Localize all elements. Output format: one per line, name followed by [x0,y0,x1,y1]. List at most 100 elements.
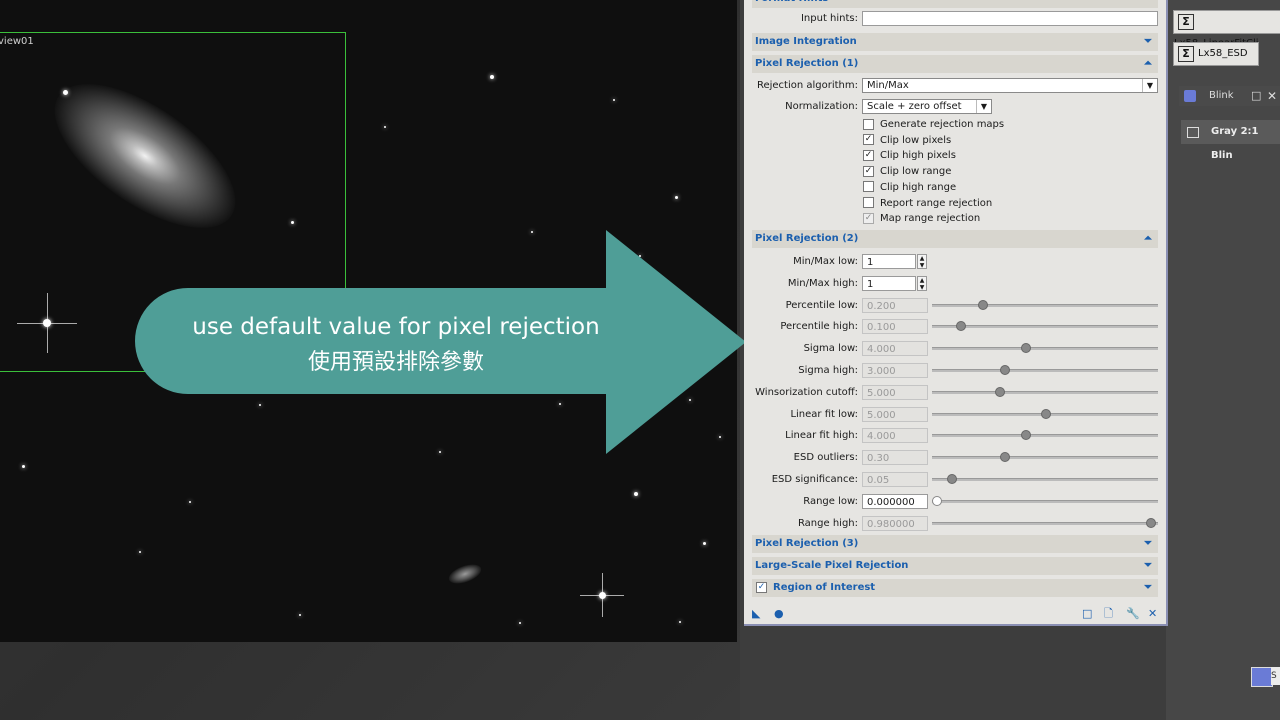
param-label: ESD significance: [771,474,858,485]
slider-track[interactable] [932,499,1158,503]
rejection-algorithm-label: Rejection algorithm: [756,80,858,91]
gray-blink-bar[interactable]: Gray 2:1 Blin [1181,120,1280,161]
expand-icon[interactable]: ⏷ [1144,33,1152,51]
slider-handle[interactable] [995,386,1006,397]
star [189,501,191,503]
input-hints-field[interactable] [862,11,1158,26]
checkbox-label: Generate rejection maps [880,119,1005,130]
checkbox[interactable] [863,118,874,130]
rejection-algorithm-select[interactable]: Min/Max ▼ [862,78,1158,93]
checkbox-row[interactable]: Generate rejection maps [863,118,1004,132]
process-icon-esd[interactable]: Σ Lx58_ESD [1173,42,1259,66]
checkbox-row[interactable]: Report range rejection [863,197,992,211]
param-input[interactable]: 0.200 [862,297,928,313]
section-image-integration[interactable]: Image Integration ⏷ [752,33,1158,51]
browse-doc-icon[interactable]: □ [1082,608,1092,619]
small-galaxy [446,560,484,588]
app-tray-label: S [1271,667,1280,685]
spinner-arrows-icon[interactable]: ▲ ▼ [917,275,927,291]
param-input[interactable]: 0.05 [862,472,928,487]
param-label: Winsorization cutoff: [755,386,858,398]
param-input[interactable]: 4.000 [862,341,928,357]
param-input[interactable]: 0.30 [862,450,928,466]
param-input[interactable]: 1 [862,254,916,269]
checkbox[interactable]: ✓ [863,149,874,161]
panel-bottom-bar: ◣ ● □ 🗋 🔧 ✕ [744,604,1166,622]
checkbox-row[interactable]: ✓ Map range rejection [863,212,980,226]
blink-window-bar[interactable]: Blink □ ✕ [1179,86,1280,106]
param-input[interactable]: 0.100 [862,319,928,335]
normalization-label: Normalization: [785,101,858,112]
checkbox[interactable] [863,197,874,208]
slider-handle[interactable] [947,474,958,484]
star [490,75,494,79]
slider-track[interactable] [932,456,1158,460]
maximize-icon[interactable]: □ [1251,86,1261,106]
slider-track[interactable] [932,390,1158,394]
checkbox[interactable]: ✓ [863,134,874,146]
param-input[interactable]: 1 [862,275,916,291]
apply-global-icon[interactable]: ● [774,608,784,619]
section-pixel-rejection-3[interactable]: Pixel Rejection (3) ⏷ [752,535,1158,553]
section-pixel-rejection-1[interactable]: Pixel Rejection (1) ⏶ [752,55,1158,73]
param-label: ESD outliers: [793,452,858,464]
process-icon-linearfit[interactable]: ΣLx58_LinearFitCli [1173,10,1280,49]
slider-track[interactable] [932,347,1158,351]
slider-track[interactable] [932,478,1158,481]
slider-handle[interactable] [955,321,966,332]
star [613,99,615,101]
param-input[interactable]: 0.000000 [862,493,928,509]
param-label: Min/Max high: [787,277,858,289]
normalization-select[interactable]: Scale + zero offset ▼ [862,99,992,114]
expand-icon[interactable]: ⏷ [1144,579,1152,597]
collapse-icon[interactable]: ⏶ [1144,230,1152,248]
param-input[interactable]: 4.000 [862,428,928,444]
slider-track[interactable] [932,521,1158,525]
document-icon[interactable]: 🗋 [1104,608,1113,619]
checkbox[interactable]: ✓ [863,165,874,177]
section-region-of-interest[interactable]: ✓ Region of Interest ⏷ [752,579,1158,597]
section-large-scale[interactable]: Large-Scale Pixel Rejection ⏷ [752,557,1158,575]
slider-handle[interactable] [1041,408,1051,419]
sigma-icon: Σ [1178,14,1194,30]
reset-icon[interactable]: ✕ [1148,608,1157,619]
spinner-arrows-icon[interactable]: ▲ ▼ [917,254,927,269]
checkbox-row[interactable]: ✓ Clip low range [863,165,951,179]
slider-handle[interactable] [1145,517,1156,528]
wrench-icon[interactable]: 🔧 [1126,608,1140,619]
close-icon[interactable]: ✕ [1267,86,1277,106]
checkbox-row[interactable]: Clip high range [863,181,956,195]
expand-icon[interactable]: ⏷ [1144,557,1152,575]
roi-checkbox[interactable]: ✓ [756,581,767,593]
param-input[interactable]: 5.000 [862,406,928,422]
section-pixel-rejection-2[interactable]: Pixel Rejection (2) ⏶ [752,230,1158,248]
slider-handle[interactable] [1021,343,1032,354]
slider-handle[interactable] [932,495,942,506]
section-format-hints[interactable]: Format Hints [752,0,1158,8]
slider-handle[interactable] [999,365,1010,375]
param-label: Sigma low: [803,343,858,355]
slider-handle[interactable] [1021,430,1032,441]
checkbox-row[interactable]: ✓ Clip high pixels [863,149,956,163]
checkbox[interactable]: ✓ [863,212,874,224]
slider-handle[interactable] [977,299,988,310]
param-input[interactable]: 3.000 [862,363,928,378]
star [384,126,386,128]
collapse-icon[interactable]: ⏶ [1144,55,1152,73]
expand-icon[interactable]: ⏷ [1144,535,1152,553]
param-label: Linear fit high: [785,430,858,442]
slider-track[interactable] [932,369,1158,372]
checkbox[interactable] [863,181,874,193]
checkbox-label: Clip high pixels [880,150,956,162]
star [21,464,25,468]
checkbox-row[interactable]: ✓ Clip low pixels [863,134,951,148]
app-tray-icon[interactable] [1251,667,1273,687]
param-input[interactable]: 5.000 [862,384,928,400]
param-input[interactable]: 0.980000 [862,515,928,531]
slider-handle[interactable] [999,452,1010,463]
slider-track[interactable] [932,303,1158,307]
checkbox-label: Clip low pixels [880,134,952,146]
callout-arrow: use default value for pixel rejection 使用… [134,230,746,454]
new-instance-icon[interactable]: ◣ [752,608,760,619]
slider-track[interactable] [932,434,1158,438]
